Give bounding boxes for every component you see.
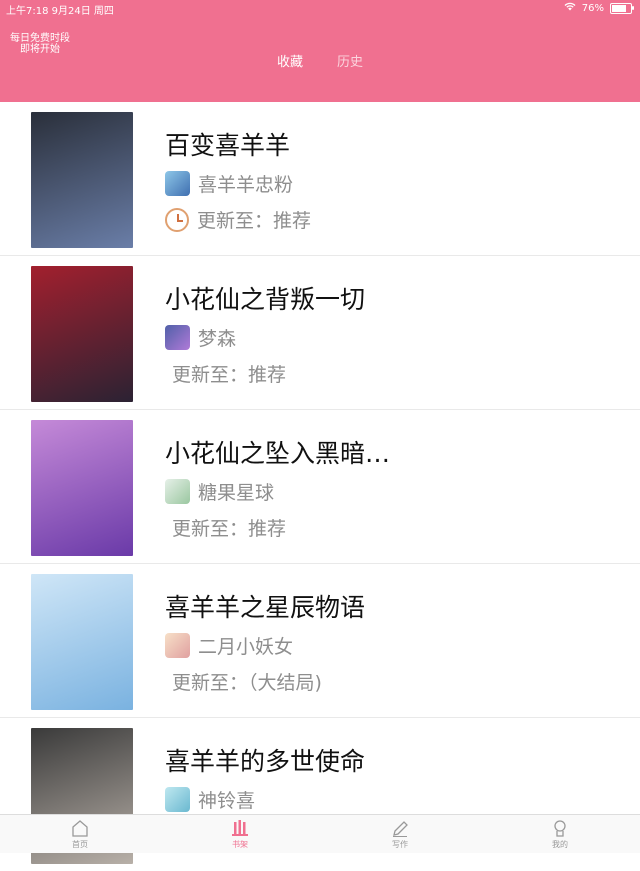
tabbar-profile-label: 我的 [552, 840, 568, 849]
book-update: 更新至：（大结局) [172, 668, 322, 695]
author-avatar [165, 787, 190, 812]
tab-favorites[interactable]: 收藏 [277, 51, 303, 70]
tabbar-profile[interactable]: 我的 [480, 815, 640, 853]
author-name: 二月小妖女 [198, 636, 294, 658]
tabbar-write[interactable]: 写作 [320, 815, 480, 853]
book-cover[interactable] [31, 574, 133, 710]
book-title: 喜羊羊之星辰物语 [165, 593, 366, 622]
bookshelf-icon [232, 820, 248, 836]
tabbar-home[interactable]: 首页 [0, 815, 160, 853]
book-author: 二月小妖女 [165, 632, 293, 659]
book-author: 梦森 [165, 324, 236, 351]
author-avatar [165, 171, 190, 196]
clock-icon [165, 207, 189, 232]
profile-icon [554, 820, 566, 837]
book-title: 百变喜羊羊 [165, 131, 291, 160]
tabbar-bookshelf-label: 书架 [232, 840, 248, 849]
update-text: 更新至：推荐 [172, 518, 287, 540]
author-avatar [165, 325, 190, 350]
book-title: 小花仙之坠入黑暗… [165, 439, 391, 468]
wifi-icon [564, 2, 576, 14]
tabbar-write-label: 写作 [392, 840, 408, 849]
pen-icon [393, 821, 408, 837]
shelf-tabs: 收藏 历史 [0, 51, 640, 70]
author-name: 喜羊羊忠粉 [198, 174, 294, 196]
author-name: 神铃喜 [198, 790, 256, 812]
book-author: 糖果星球 [165, 478, 274, 505]
author-name: 梦森 [198, 328, 237, 350]
update-text: 更新至：推荐 [172, 364, 287, 386]
book-author: 神铃喜 [165, 786, 255, 813]
book-title: 小花仙之背叛一切 [165, 285, 366, 314]
author-avatar [165, 479, 190, 504]
book-row[interactable]: 小花仙之坠入黑暗… 糖果星球 更新至：推荐 [0, 410, 640, 564]
status-right: 76% [564, 2, 634, 14]
tab-history[interactable]: 历史 [337, 51, 363, 70]
tabbar-home-label: 首页 [72, 840, 88, 849]
free-note-line1: 每日免费时段 [10, 33, 70, 44]
update-text: 更新至：推荐 [197, 210, 312, 232]
book-title: 喜羊羊的多世使命 [165, 747, 366, 776]
book-author: 喜羊羊忠粉 [165, 170, 293, 197]
battery-icon [610, 2, 634, 14]
book-row[interactable]: 喜羊羊之星辰物语 二月小妖女 更新至：（大结局) [0, 564, 640, 718]
update-text: 更新至：（大结局) [172, 672, 322, 694]
bottom-tab-bar: 首页 书架 写作 我的 [0, 814, 640, 853]
book-cover[interactable] [31, 112, 133, 248]
book-cover[interactable] [31, 266, 133, 402]
tabbar-bookshelf[interactable]: 书架 [160, 815, 320, 853]
book-cover[interactable] [31, 420, 133, 556]
book-update: 更新至：推荐 [172, 360, 286, 387]
book-row[interactable]: 小花仙之背叛一切 梦森 更新至：推荐 [0, 256, 640, 410]
book-row[interactable]: 百变喜羊羊 喜羊羊忠粉 更新至：推荐 [0, 102, 640, 256]
status-time-date: 上午7:18 9月24日 周四 [6, 6, 114, 17]
book-list: 百变喜羊羊 喜羊羊忠粉 更新至：推荐 小花仙之背叛一切 梦森 更新至：推荐 小花… [0, 102, 640, 871]
author-avatar [165, 633, 190, 658]
book-update: 更新至：推荐 [165, 206, 311, 233]
author-name: 糖果星球 [198, 482, 275, 504]
book-update: 更新至：推荐 [172, 514, 286, 541]
header: 上午7:18 9月24日 周四 76% 每日免费时段 即将开始 收藏 历史 [0, 0, 640, 102]
battery-percent: 76% [581, 2, 604, 14]
home-icon [72, 820, 88, 837]
